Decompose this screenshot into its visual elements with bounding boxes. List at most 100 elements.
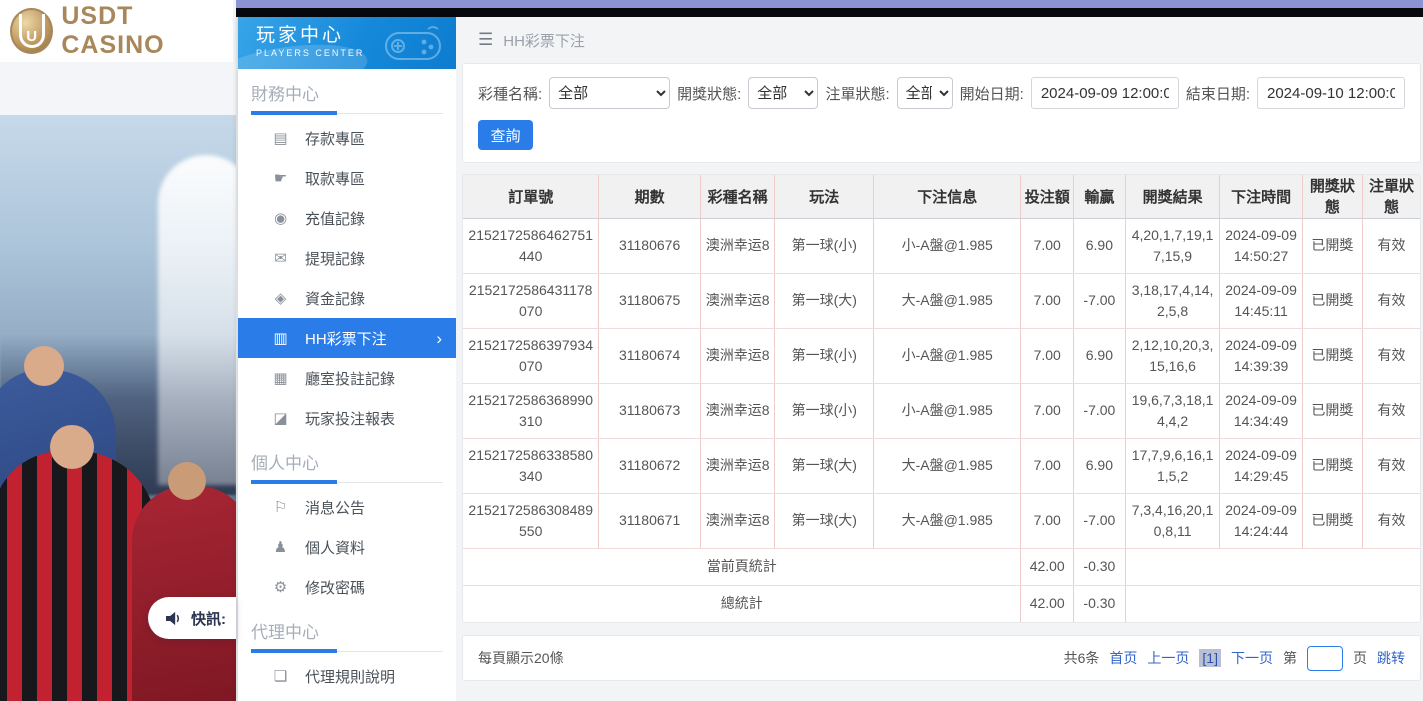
table-row[interactable]: 2152172586338580340 31180672 澳洲幸运8 第一球(大…	[463, 438, 1420, 493]
sidebar-item[interactable]: ❏ 代理規則說明	[238, 656, 456, 696]
order-status-label: 注單狀態:	[825, 83, 889, 104]
cell-bet-amount: 7.00	[1021, 493, 1074, 548]
lottery-bet-icon: ▥	[271, 329, 290, 347]
column-header: 彩種名稱	[700, 175, 775, 218]
sidebar-item-label: 代理規則說明	[305, 666, 395, 687]
current-page-indicator[interactable]: [1]	[1199, 649, 1221, 667]
player-white-figure	[158, 155, 236, 485]
group-title: 個人中心	[251, 449, 443, 483]
cell-bet-amount: 7.00	[1021, 383, 1074, 438]
start-date-input[interactable]	[1031, 77, 1179, 109]
sidebar-item[interactable]: ◪ 玩家投注報表	[238, 398, 456, 438]
sidebar-item[interactable]: ◈ 資金記錄	[238, 278, 456, 318]
cell-draw-status: 已開獎	[1302, 218, 1362, 273]
column-header: 注單狀態	[1363, 175, 1420, 218]
sidebar-item[interactable]: ⚙ 修改密碼	[238, 567, 456, 607]
cell-period: 31180671	[599, 493, 700, 548]
gamepad-icon	[382, 25, 444, 65]
sidebar-item[interactable]: ⚐ 消息公告	[238, 487, 456, 527]
sidebar-item-label: 個人資料	[305, 537, 365, 558]
cell-draw-status: 已開獎	[1302, 493, 1362, 548]
cell-draw-status: 已開獎	[1302, 328, 1362, 383]
cell-period: 31180672	[599, 438, 700, 493]
pagination-controls: 共6条 首页 上一页 [1] 下一页 第 页 跳转	[1064, 646, 1405, 671]
sidebar-item[interactable]: ▤ 存款專區	[238, 118, 456, 158]
sidebar-item-label: 修改密碼	[305, 577, 365, 598]
hamburger-menu-icon[interactable]: ☰	[478, 30, 493, 50]
cell-bet-amount: 7.00	[1021, 273, 1074, 328]
column-header: 期數	[599, 175, 700, 218]
cell-order-status: 有效	[1363, 493, 1420, 548]
table-row[interactable]: 2152172586397934070 31180674 澳洲幸运8 第一球(小…	[463, 328, 1420, 383]
top-purple-strip	[236, 0, 1423, 8]
group-title: 財務中心	[251, 80, 443, 114]
start-date-label: 開始日期:	[960, 83, 1024, 104]
table-row[interactable]: 2152172586431178070 31180675 澳洲幸运8 第一球(大…	[463, 273, 1420, 328]
sidebar-header: 玩家中心 PLAYERS CENTER	[238, 17, 456, 69]
search-button[interactable]: 查詢	[478, 120, 533, 150]
cell-draw-result: 4,20,1,7,19,17,15,9	[1125, 218, 1220, 273]
column-header: 投注額	[1021, 175, 1074, 218]
cell-bet-amount: 7.00	[1021, 218, 1074, 273]
bets-table: 訂單號期數彩種名稱玩法下注信息投注額輸贏開獎結果下注時間開獎狀態注單狀態 215…	[463, 175, 1420, 622]
cell-order-id: 2152172586397934070	[463, 328, 599, 383]
cell-win-loss: -7.00	[1074, 273, 1126, 328]
cell-order-id: 2152172586431178070	[463, 273, 599, 328]
pagination-panel: 每頁顯示20條 共6条 首页 上一页 [1] 下一页 第 页 跳转	[462, 635, 1421, 681]
draw-status-label: 開獎狀態:	[677, 83, 741, 104]
cell-lottery-name: 澳洲幸运8	[700, 383, 775, 438]
top-dark-strip	[236, 8, 1423, 17]
cell-bet-info: 小-A盤@1.985	[874, 218, 1021, 273]
total-summary-row: 總統計 42.00 -0.30	[463, 585, 1420, 622]
next-page-link[interactable]: 下一页	[1231, 648, 1273, 668]
order-status-select[interactable]: 全部	[897, 77, 953, 109]
sidebar-item[interactable]: ♟ 個人資料	[238, 527, 456, 567]
column-header: 下注時間	[1220, 175, 1302, 218]
cell-draw-status: 已開獎	[1302, 383, 1362, 438]
cell-order-id: 2152172586308489550	[463, 493, 599, 548]
cell-bet-info: 小-A盤@1.985	[874, 383, 1021, 438]
cell-play: 第一球(小)	[775, 383, 874, 438]
column-header: 玩法	[775, 175, 874, 218]
table-header-row: 訂單號期數彩種名稱玩法下注信息投注額輸贏開獎結果下注時間開獎狀態注單狀態	[463, 175, 1420, 218]
sidebar-item-label: 廳室投註記錄	[305, 368, 395, 389]
deposit-card-icon: ▤	[271, 129, 290, 147]
cell-period: 31180673	[599, 383, 700, 438]
cell-bet-time: 2024-09-09 14:29:45	[1220, 438, 1302, 493]
jump-suffix-label: 页	[1353, 648, 1367, 668]
news-ticker[interactable]: 快訊:	[148, 597, 236, 639]
table-row[interactable]: 2152172586368990310 31180673 澳洲幸运8 第一球(小…	[463, 383, 1420, 438]
cell-bet-time: 2024-09-09 14:34:49	[1220, 383, 1302, 438]
table-row[interactable]: 2152172586462751440 31180676 澳洲幸运8 第一球(小…	[463, 218, 1420, 273]
total-count-text: 共6条	[1064, 648, 1100, 668]
lottery-name-select[interactable]: 全部	[549, 77, 670, 109]
sidebar-item[interactable]: ▦ 廳室投註記錄	[238, 358, 456, 398]
table-body: 2152172586462751440 31180676 澳洲幸运8 第一球(小…	[463, 218, 1420, 548]
sidebar-item[interactable]: ☛ 取款專區	[238, 158, 456, 198]
player-red-figure	[132, 486, 236, 701]
cell-order-status: 有效	[1363, 273, 1420, 328]
sidebar-item[interactable]: ◉ 充值記錄	[238, 198, 456, 238]
cell-bet-info: 大-A盤@1.985	[874, 273, 1021, 328]
cell-win-loss: 6.90	[1074, 438, 1126, 493]
sidebar-item[interactable]: ✉ 提現記錄	[238, 238, 456, 278]
cell-play: 第一球(大)	[775, 493, 874, 548]
funds-record-icon: ◈	[271, 289, 290, 307]
agent-rules-doc-icon: ❏	[271, 667, 290, 685]
draw-status-select[interactable]: 全部	[748, 77, 818, 109]
end-date-input[interactable]	[1257, 77, 1405, 109]
player-report-icon: ◪	[271, 409, 290, 427]
brand-name: USDT CASINO	[61, 2, 233, 60]
cell-order-status: 有效	[1363, 383, 1420, 438]
total-summary-amount: 42.00	[1021, 585, 1074, 622]
column-header: 輸贏	[1074, 175, 1126, 218]
cell-play: 第一球(小)	[775, 328, 874, 383]
cell-bet-amount: 7.00	[1021, 328, 1074, 383]
jump-action-link[interactable]: 跳转	[1377, 648, 1405, 668]
page-jump-input[interactable]	[1307, 646, 1343, 671]
sidebar-item[interactable]: ▥ HH彩票下注 ›	[238, 318, 456, 358]
ticker-label: 快訊:	[191, 608, 226, 629]
prev-page-link[interactable]: 上一页	[1147, 648, 1189, 668]
first-page-link[interactable]: 首页	[1109, 648, 1137, 668]
table-row[interactable]: 2152172586308489550 31180671 澳洲幸运8 第一球(大…	[463, 493, 1420, 548]
